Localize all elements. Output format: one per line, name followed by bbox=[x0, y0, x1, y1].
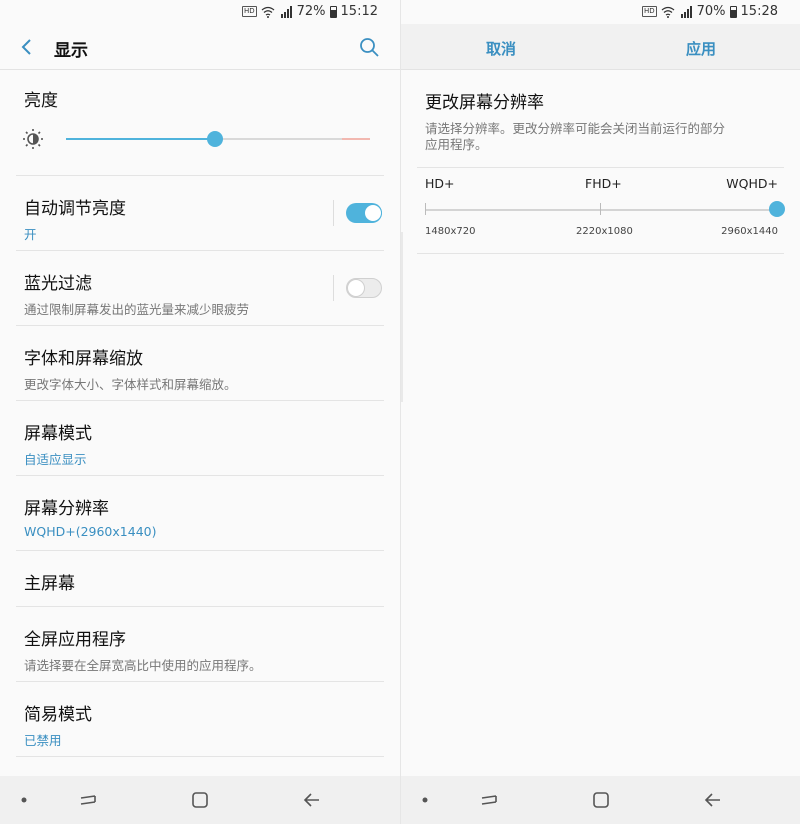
resolution-title: 更改屏幕分辨率 bbox=[425, 93, 544, 113]
brightness-slider-thumb[interactable] bbox=[206, 131, 223, 147]
clock: 15:12 bbox=[340, 4, 378, 19]
settings-row-summary: WQHD+(2960x1440) bbox=[24, 524, 157, 539]
navigation-bar bbox=[0, 776, 400, 824]
brightness-icon bbox=[23, 129, 43, 149]
divider bbox=[417, 253, 784, 254]
scroll-edge bbox=[401, 232, 403, 402]
settings-row-summary: 开 bbox=[24, 227, 37, 242]
nav-back-icon[interactable] bbox=[302, 790, 322, 810]
resolution-slider[interactable] bbox=[425, 209, 778, 211]
option-label-wqhd[interactable]: WQHD+ bbox=[726, 176, 778, 191]
slider-tick-hd bbox=[425, 203, 426, 215]
recents-icon[interactable] bbox=[479, 790, 499, 810]
hd-voice-icon: HD bbox=[641, 6, 657, 17]
settings-row[interactable]: 字体和屏幕缩放更改字体大小、字体样式和屏幕缩放。 bbox=[16, 326, 384, 401]
settings-row[interactable]: 全屏应用程序请选择要在全屏宽高比中使用的应用程序。 bbox=[16, 607, 384, 682]
search-icon[interactable] bbox=[358, 36, 380, 58]
back-arrow-icon[interactable] bbox=[16, 36, 38, 58]
option-value-hd: 1480x720 bbox=[425, 226, 476, 237]
display-settings-screen: HD 72% 15:12 显示 亮度 自动调节亮度开蓝光过滤通过限制屏幕发出的蓝… bbox=[0, 0, 400, 824]
toggle-divider bbox=[333, 200, 334, 226]
settings-row[interactable]: 简易模式 已禁用 bbox=[16, 682, 384, 757]
settings-row-title: 字体和屏幕缩放 bbox=[24, 349, 143, 369]
settings-row[interactable]: 蓝光过滤通过限制屏幕发出的蓝光量来减少眼疲劳 bbox=[16, 251, 384, 326]
brightness-row: 亮度 bbox=[16, 70, 384, 176]
action-bar: 取消 应用 bbox=[401, 24, 800, 70]
nav-dot-icon[interactable] bbox=[14, 790, 34, 810]
settings-row-title: 屏幕模式 bbox=[24, 424, 92, 444]
nav-back-icon[interactable] bbox=[703, 790, 723, 810]
settings-row[interactable]: 屏幕模式 自适应显示 bbox=[16, 401, 384, 476]
settings-row[interactable]: 自动调节亮度开 bbox=[16, 176, 384, 251]
toggle-divider bbox=[333, 275, 334, 301]
resolution-panel: 更改屏幕分辨率 请选择分辨率。更改分辨率可能会关闭当前运行的部分应用程序。 HD… bbox=[417, 70, 785, 254]
settings-list: 亮度 自动调节亮度开蓝光过滤通过限制屏幕发出的蓝光量来减少眼疲劳字体和屏幕缩放更… bbox=[0, 70, 400, 817]
battery-percent: 72% bbox=[296, 4, 326, 19]
brightness-title: 亮度 bbox=[24, 91, 58, 111]
status-bar: HD 70% 15:28 bbox=[401, 0, 800, 24]
status-bar: HD 72% 15:12 bbox=[0, 0, 400, 24]
settings-row[interactable]: 主屏幕 bbox=[16, 551, 384, 607]
signal-icon bbox=[280, 5, 292, 18]
resolution-screen: HD 70% 15:28 取消 应用 更改屏幕分辨率 请选择分辨率。更改分辨率可… bbox=[400, 0, 800, 824]
settings-row-title: 主屏幕 bbox=[24, 574, 75, 594]
toggle-switch[interactable] bbox=[346, 278, 382, 298]
brightness-slider-fill bbox=[66, 138, 215, 140]
hd-voice-icon: HD bbox=[241, 6, 257, 17]
settings-row-title: 蓝光过滤 bbox=[24, 274, 92, 294]
resolution-slider-thumb[interactable] bbox=[769, 201, 785, 217]
option-value-wqhd: 2960x1440 bbox=[721, 226, 778, 237]
settings-row-summary: 更改字体大小、字体样式和屏幕缩放。 bbox=[24, 377, 237, 392]
nav-dot-icon[interactable] bbox=[415, 790, 435, 810]
wifi-icon bbox=[661, 6, 675, 18]
settings-row-summary: 请选择要在全屏宽高比中使用的应用程序。 bbox=[24, 658, 262, 673]
cancel-button[interactable]: 取消 bbox=[486, 38, 516, 59]
recents-icon[interactable] bbox=[78, 790, 98, 810]
apply-button[interactable]: 应用 bbox=[686, 38, 716, 59]
brightness-slider-warning-zone bbox=[342, 138, 370, 140]
resolution-description: 请选择分辨率。更改分辨率可能会关闭当前运行的部分应用程序。 bbox=[425, 121, 726, 152]
page-title: 显示 bbox=[54, 41, 88, 61]
brightness-slider[interactable] bbox=[66, 131, 370, 147]
wifi-icon bbox=[261, 6, 275, 18]
navigation-bar bbox=[401, 776, 800, 824]
option-label-fhd[interactable]: FHD+ bbox=[585, 176, 622, 191]
battery-percent: 70% bbox=[696, 4, 726, 19]
clock: 15:28 bbox=[740, 4, 778, 19]
settings-row-summary: 已禁用 bbox=[24, 733, 62, 748]
option-label-hd[interactable]: HD+ bbox=[425, 176, 455, 191]
divider bbox=[417, 167, 784, 168]
settings-row-title: 自动调节亮度 bbox=[24, 199, 126, 219]
settings-row-title: 全屏应用程序 bbox=[24, 630, 126, 650]
settings-row-title: 简易模式 bbox=[24, 705, 92, 725]
toggle-knob bbox=[364, 204, 382, 222]
option-value-fhd: 2220x1080 bbox=[576, 226, 633, 237]
app-header: 显示 bbox=[0, 24, 400, 70]
home-icon[interactable] bbox=[591, 790, 611, 810]
battery-icon bbox=[729, 5, 737, 18]
home-icon[interactable] bbox=[190, 790, 210, 810]
settings-row-summary: 通过限制屏幕发出的蓝光量来减少眼疲劳 bbox=[24, 302, 250, 317]
settings-row-title: 屏幕分辨率 bbox=[24, 499, 109, 519]
battery-icon bbox=[329, 5, 337, 18]
slider-tick-fhd bbox=[600, 203, 601, 215]
signal-icon bbox=[680, 5, 692, 18]
toggle-switch[interactable] bbox=[346, 203, 382, 223]
settings-row-summary: 自适应显示 bbox=[24, 452, 87, 467]
toggle-knob bbox=[347, 279, 365, 297]
settings-row[interactable]: 屏幕分辨率 WQHD+(2960x1440) bbox=[16, 476, 384, 551]
